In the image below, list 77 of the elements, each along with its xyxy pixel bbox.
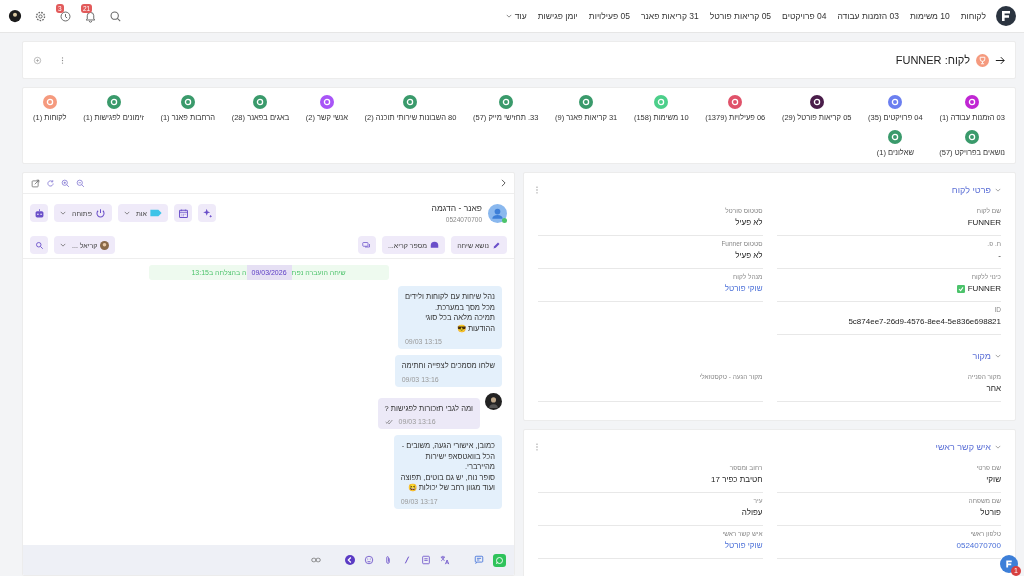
- field-value: לא פעיל: [735, 218, 763, 227]
- chats-icon: [362, 240, 372, 250]
- field-link[interactable]: שוקי פורטל: [724, 541, 763, 550]
- field-value: חטיבת כפיר 17: [711, 475, 763, 484]
- section-toggle[interactable]: מקור: [538, 345, 1001, 369]
- calendar-icon: [177, 207, 189, 219]
- field-value: -: [998, 251, 1001, 260]
- chevron-icon: [995, 354, 1001, 358]
- calendar-button[interactable]: [174, 204, 193, 222]
- chevron-icon[interactable]: [501, 179, 506, 187]
- attachment-icon[interactable]: [383, 555, 393, 565]
- contact-name: פאנר - הדגמה: [431, 203, 482, 213]
- field-value: FUNNER: [967, 284, 1001, 293]
- chats-button[interactable]: [357, 236, 376, 254]
- zoom-in-icon[interactable]: [61, 178, 70, 188]
- nav-link[interactable]: לקוחות: [960, 11, 986, 21]
- field-link[interactable]: 0524070700: [956, 541, 1001, 550]
- chevron-icon: [995, 188, 1001, 192]
- section-toggle[interactable]: איש קשר ראשי: [538, 436, 1001, 460]
- external-link-icon[interactable]: [31, 178, 40, 188]
- link-icon[interactable]: [311, 555, 321, 565]
- settings-icon[interactable]: [34, 9, 47, 23]
- back-arrow-icon[interactable]: [345, 555, 355, 565]
- pencil-icon: [492, 240, 501, 250]
- sender-avatar: [485, 392, 502, 410]
- bell-icon[interactable]: [84, 9, 97, 23]
- search-icon[interactable]: [109, 9, 122, 23]
- chevron-icon: [995, 445, 1001, 449]
- caret-icon: [60, 211, 66, 215]
- field-link[interactable]: שוקי פורטל: [724, 284, 763, 293]
- agent-avatar: [100, 240, 110, 250]
- message-icon[interactable]: [474, 555, 484, 565]
- nav-link[interactable]: 04 פרויקטים: [782, 11, 827, 21]
- contact-avatar: [488, 203, 507, 223]
- dome-icon: [430, 240, 440, 250]
- sparkle-icon: [201, 207, 213, 219]
- field-value: 5c874ee7-26d9-4576-8ee4-5e836e698821: [848, 317, 1001, 326]
- more-menu[interactable]: עוד: [505, 11, 527, 21]
- nav-link[interactable]: 05 קריאות פורטל: [709, 11, 772, 21]
- back-arrow-icon[interactable]: [995, 55, 1005, 65]
- power-icon: [94, 207, 106, 219]
- clock-icon[interactable]: [59, 9, 72, 23]
- note-icon[interactable]: [421, 555, 431, 565]
- robot-icon: [33, 207, 45, 219]
- page-title: לקוח: FUNNER: [895, 54, 970, 66]
- zoom-out-icon[interactable]: [76, 178, 85, 188]
- tag-icon: [150, 209, 163, 217]
- whatsapp-channel-button[interactable]: [493, 553, 506, 567]
- field-value: פורטל: [980, 508, 1001, 517]
- add-icon[interactable]: [33, 55, 42, 65]
- field-value: לא פעיל: [735, 251, 763, 260]
- field-value: שוקי: [986, 475, 1001, 484]
- caret-icon: [60, 243, 66, 247]
- user-avatar[interactable]: [8, 9, 22, 23]
- search-icon: [34, 240, 44, 250]
- field-value: עפולה: [741, 508, 763, 517]
- emoji-icon[interactable]: [364, 555, 374, 565]
- field-value: FUNNER: [967, 218, 1001, 227]
- trophy-icon: [976, 53, 989, 67]
- caret-icon: [123, 211, 130, 215]
- search-button[interactable]: [30, 236, 48, 254]
- nav-link[interactable]: יומן פגישות: [537, 11, 578, 21]
- nav-link[interactable]: 10 משימות: [909, 11, 950, 21]
- phone-bubble-icon: [495, 555, 504, 565]
- nav-link[interactable]: 03 הזמנות עבודה: [837, 11, 899, 21]
- slash-command-icon[interactable]: [402, 555, 412, 565]
- bot-button[interactable]: [30, 204, 48, 222]
- translate-icon[interactable]: [440, 555, 450, 565]
- field-value: אחר: [986, 384, 1001, 393]
- checkbox-icon: [956, 284, 965, 293]
- nav-link[interactable]: 31 קריאות פאנר: [641, 11, 699, 21]
- section-toggle[interactable]: פרטי לקוח: [538, 179, 1001, 203]
- ai-sparkle-button[interactable]: [198, 204, 217, 222]
- caret-icon: [505, 14, 512, 18]
- app-logo-icon[interactable]: [996, 6, 1016, 26]
- refresh-icon[interactable]: [46, 178, 55, 188]
- nav-link[interactable]: 05 פעילויות: [588, 11, 630, 21]
